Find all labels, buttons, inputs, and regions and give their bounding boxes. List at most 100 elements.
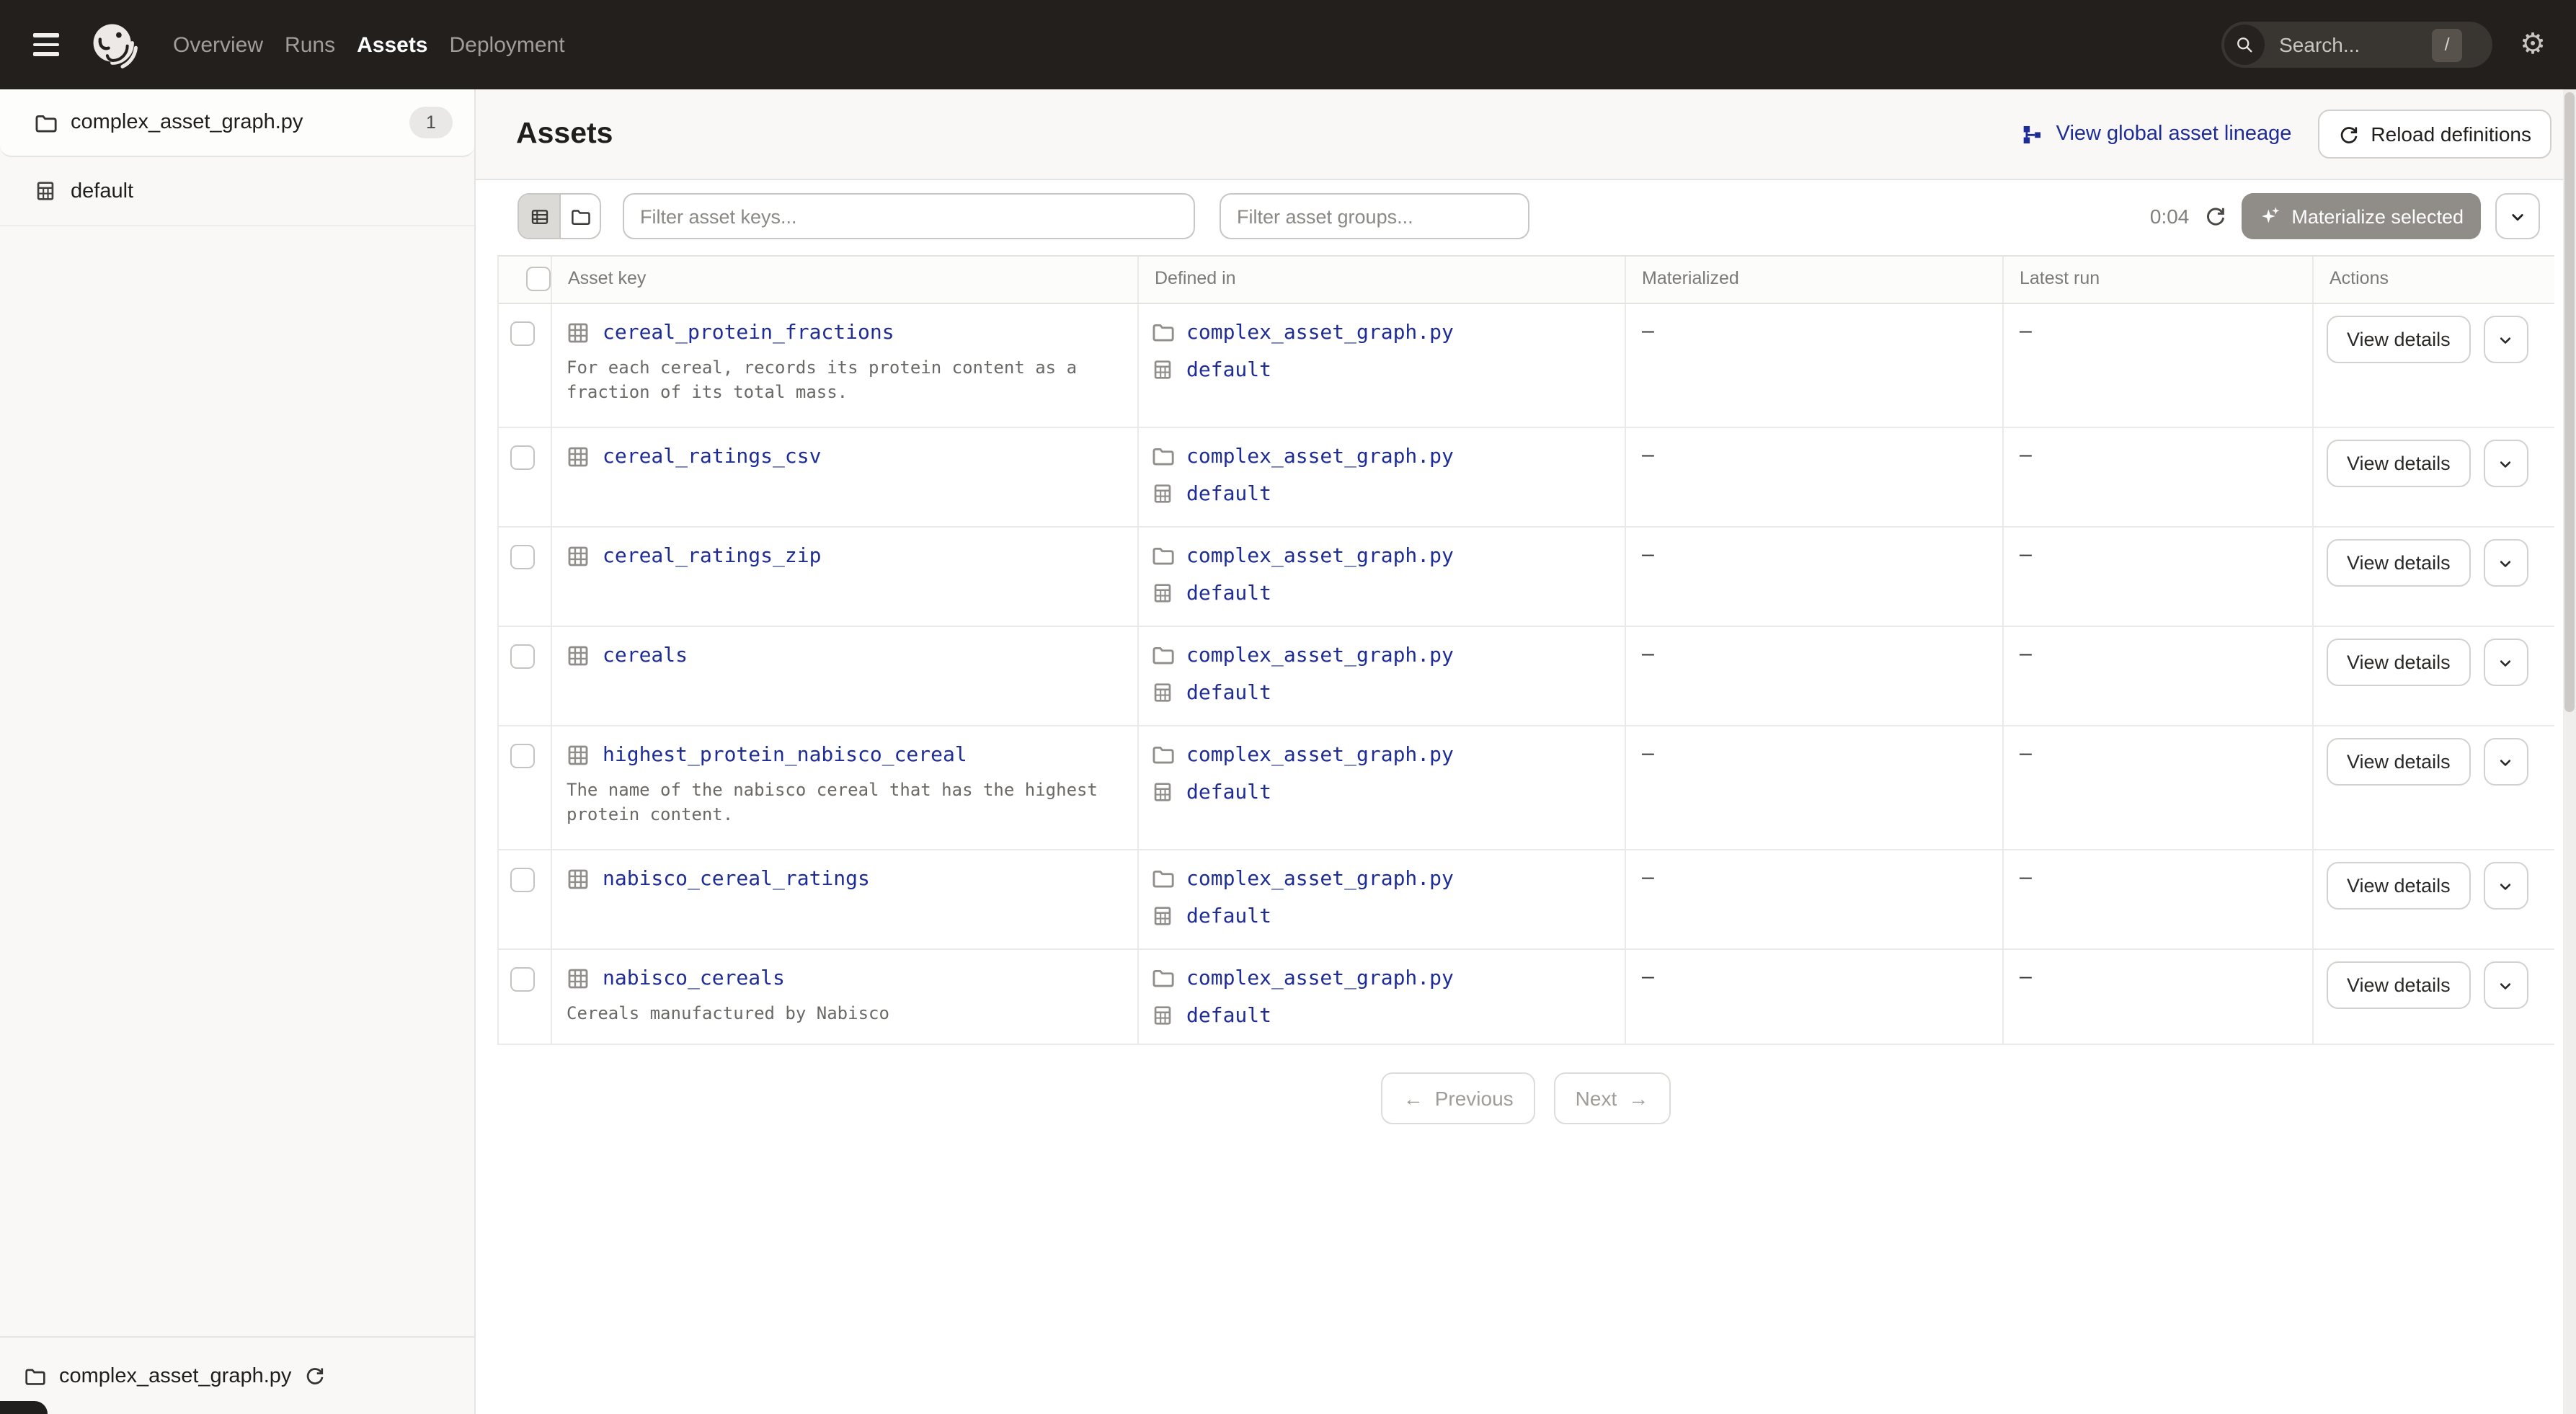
dagster-logo [93,24,138,68]
view-toggle [518,193,601,239]
menu-icon[interactable] [33,33,59,56]
scrollbar[interactable] [2563,89,2576,1414]
asset-group-link[interactable]: default [1186,681,1271,704]
filter-asset-groups-input[interactable] [1220,193,1529,239]
row-options-button[interactable] [2483,539,2528,587]
view-details-button[interactable]: View details [2327,862,2471,910]
row-options-button[interactable] [2483,862,2528,910]
materialize-options-button[interactable] [2495,193,2540,239]
view-details-button[interactable]: View details [2327,738,2471,786]
asset-group-icon [1150,680,1175,705]
row-checkbox[interactable] [510,321,535,346]
row-options-button[interactable] [2483,738,2528,786]
row-options-button[interactable] [2483,440,2528,487]
row-checkbox[interactable] [510,445,535,470]
column-header-actions: Actions [2329,268,2389,288]
latest-run-value: – [2004,627,2314,725]
top-nav: Overview Runs Assets Deployment / [0,0,2576,89]
asset-group-icon [1150,780,1175,804]
asset-group-link[interactable]: default [1186,904,1271,928]
sidebar-item-repo[interactable]: complex_asset_graph.py 1 [0,89,474,157]
asset-key-link[interactable]: cereal_ratings_zip [603,545,821,568]
asset-group-link[interactable]: default [1186,482,1271,505]
asset-key-link[interactable]: highest_protein_nabisco_cereal [603,744,967,767]
view-details-button[interactable]: View details [2327,316,2471,363]
asset-group-link[interactable]: default [1186,358,1271,381]
row-checkbox[interactable] [510,967,535,992]
refresh-timer: 0:04 [2149,205,2190,228]
view-details-button[interactable]: View details [2327,961,2471,1009]
folder-icon [1150,966,1175,990]
defined-in-file-link[interactable]: complex_asset_graph.py [1186,544,1454,567]
flat-view-button[interactable] [519,195,559,238]
row-options-button[interactable] [2483,316,2528,363]
latest-run-value: – [2004,528,2314,626]
nav-overview[interactable]: Overview [173,27,263,63]
folder-icon [1150,742,1175,767]
main-content: Assets View global asset lineage Reload … [476,89,2576,1414]
view-details-button[interactable]: View details [2327,639,2471,686]
nav-assets[interactable]: Assets [357,27,427,63]
asset-group-link[interactable]: default [1186,1004,1271,1027]
asset-key-link[interactable]: cereal_ratings_csv [603,445,821,468]
reload-repo-icon[interactable] [304,1365,326,1387]
materialized-value: – [1626,428,2004,526]
nav-runs[interactable]: Runs [285,27,335,63]
defined-in-file-link[interactable]: complex_asset_graph.py [1186,644,1454,667]
row-checkbox[interactable] [510,744,535,768]
column-header-asset-key: Asset key [552,257,1139,303]
row-options-button[interactable] [2483,961,2528,1009]
folder-icon [1150,643,1175,667]
asset-icon [565,444,591,470]
asset-key-link[interactable]: cereal_protein_fractions [603,321,894,344]
defined-in-file-link[interactable]: complex_asset_graph.py [1186,445,1454,468]
materialized-value: – [1626,726,2004,849]
global-search[interactable]: / [2221,22,2493,68]
directory-view-button[interactable] [559,195,600,238]
asset-group-link[interactable]: default [1186,781,1271,804]
asset-key-link[interactable]: nabisco_cereals [603,967,785,990]
previous-page-button[interactable]: ← Previous [1381,1072,1535,1124]
select-all-checkbox[interactable] [526,267,551,291]
asset-key-link[interactable]: cereals [603,644,688,667]
table-row: cereal_ratings_csv complex_asset_graph.p… [499,428,2554,528]
materialized-value: – [1626,528,2004,626]
sidebar-footer: complex_asset_graph.py [0,1336,474,1414]
nav-deployment[interactable]: Deployment [450,27,565,63]
reload-definitions-button[interactable]: Reload definitions [2317,110,2551,159]
defined-in-file-link[interactable]: complex_asset_graph.py [1186,321,1454,344]
chevron-down-icon [2496,453,2516,473]
asset-group-link[interactable]: default [1186,582,1271,605]
asset-group-icon [1150,581,1175,605]
next-page-button[interactable]: Next → [1553,1072,1671,1124]
search-input[interactable] [2276,32,2421,58]
gear-icon[interactable] [2520,30,2546,59]
materialize-selected-button[interactable]: Materialize selected [2241,193,2481,239]
asset-key-link[interactable]: nabisco_cereal_ratings [603,868,870,891]
row-checkbox[interactable] [510,545,535,569]
defined-in-file-link[interactable]: complex_asset_graph.py [1186,966,1454,990]
row-options-button[interactable] [2483,639,2528,686]
scrollbar-thumb[interactable] [2564,92,2575,712]
group-name: default [71,179,134,203]
filter-asset-keys-input[interactable] [623,193,1195,239]
asset-group-icon [1150,357,1175,382]
view-global-asset-lineage-link[interactable]: View global asset lineage [2020,122,2291,146]
refresh-icon[interactable] [2203,205,2226,228]
page-title: Assets [516,117,613,150]
defined-in-file-link[interactable]: complex_asset_graph.py [1186,867,1454,890]
assets-toolbar: 0:04 Materialize selected [497,192,2540,241]
view-details-button[interactable]: View details [2327,539,2471,587]
view-details-button[interactable]: View details [2327,440,2471,487]
defined-in-file-link[interactable]: complex_asset_graph.py [1186,743,1454,766]
asset-icon [565,643,591,669]
folder-icon [23,1364,46,1387]
row-checkbox[interactable] [510,644,535,669]
lineage-icon [2020,122,2045,146]
repo-name: complex_asset_graph.py [71,111,303,134]
row-checkbox[interactable] [510,868,535,892]
asset-description: Cereals manufactured by Nabisco [567,1003,889,1023]
chevron-down-icon [2507,205,2528,227]
table-row: highest_protein_nabisco_cereal The name … [499,726,2554,850]
sidebar-item-group-default[interactable]: default [0,157,474,226]
